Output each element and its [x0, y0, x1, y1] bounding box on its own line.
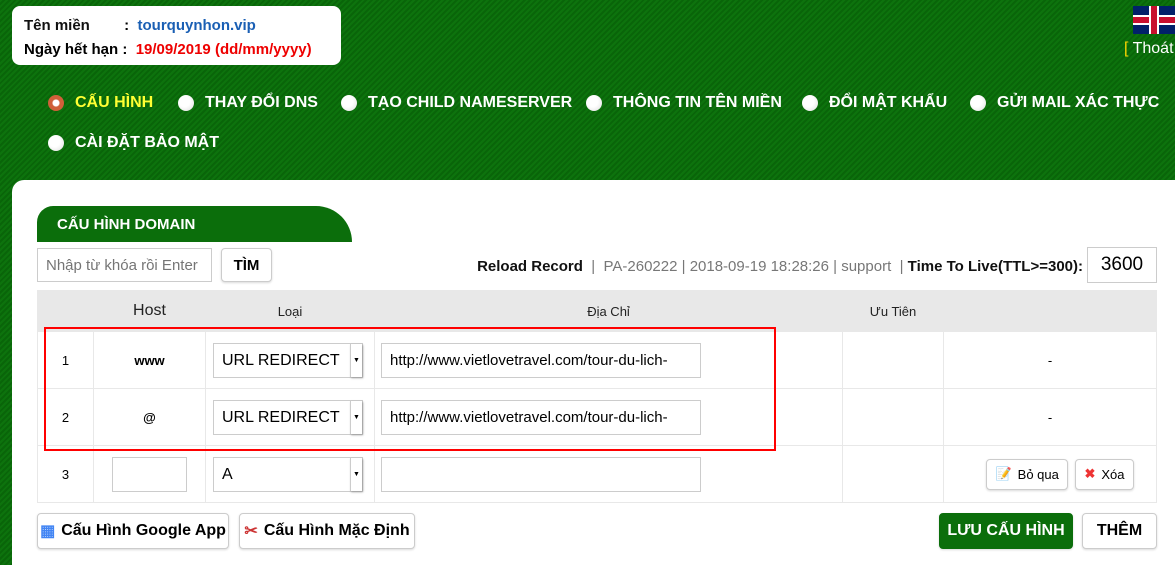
default-config-button[interactable]: ✂ Cấu Hình Mặc Định	[239, 513, 415, 549]
nav-thong-tin-ten-mien[interactable]: THÔNG TIN TÊN MIỀN	[586, 94, 782, 112]
col-address: Địa Chỉ	[374, 290, 843, 332]
config-panel: CẤU HÌNH DOMAIN TÌM Reload Record | PA-2…	[12, 180, 1175, 565]
domain-label: Tên miền	[24, 17, 90, 34]
expiry-date: 19/09/2019 (dd/mm/yyyy)	[135, 41, 312, 58]
nav-label: ĐỔI MẬT KHẨU	[829, 94, 948, 111]
record-info: PA-260222 | 2018-09-19 18:28:26 | suppor…	[603, 258, 892, 275]
action-cell: -	[943, 388, 1157, 446]
bracket: [	[1124, 40, 1129, 57]
sep: |	[591, 258, 596, 275]
nav-gui-mail-xac-thuc[interactable]: GỬI MAIL XÁC THỰC	[970, 94, 1159, 112]
button-label: Cấu Hình Mặc Định	[263, 522, 410, 539]
tab-cau-hinh-domain: CẤU HÌNH DOMAIN	[37, 206, 352, 242]
skip-button[interactable]: 📝 Bỏ qua	[986, 458, 1068, 490]
radio-icon	[48, 135, 64, 151]
host-input[interactable]	[112, 456, 187, 492]
search-input[interactable]	[37, 248, 212, 282]
col-priority: Ưu Tiên	[842, 290, 944, 332]
expiry-label: Ngày hết hạn	[24, 41, 119, 58]
type-value: A	[222, 465, 233, 483]
col-actions	[943, 290, 1157, 332]
nav-label: GỬI MAIL XÁC THỰC	[997, 94, 1160, 111]
uk-flag-icon[interactable]	[1133, 6, 1175, 34]
nav-label: THAY ĐỔI DNS	[205, 94, 318, 111]
type-select[interactable]: A ▼	[213, 456, 363, 492]
priority-cell	[842, 331, 944, 389]
radio-icon	[586, 95, 602, 111]
delete-button[interactable]: ✖ Xóa	[1075, 458, 1134, 490]
button-label: Cấu Hình Google App	[61, 522, 226, 539]
highlight-box	[44, 327, 776, 451]
search-button[interactable]: TÌM	[221, 248, 272, 282]
add-record-button[interactable]: THÊM	[1082, 513, 1157, 549]
nav-doi-mat-khau[interactable]: ĐỔI MẬT KHẨU	[802, 94, 947, 112]
action-cell: -	[943, 331, 1157, 389]
priority-cell	[842, 445, 944, 503]
reload-record-link[interactable]: Reload Record	[477, 258, 583, 275]
domain-info-box: Tên miền : tourquynhon.vip Ngày hết hạn …	[12, 6, 341, 65]
logout-link[interactable]: [ Thoát	[1124, 40, 1174, 58]
row-num: 3	[37, 445, 94, 503]
radio-icon	[970, 95, 986, 111]
table-row: 3 A ▼ 📝 Bỏ qua ✖ Xóa	[37, 445, 1157, 503]
logout-label: Thoát	[1132, 40, 1174, 57]
table-header: Host Loại Địa Chỉ Ưu Tiên	[37, 290, 1157, 332]
nav-label: TẠO CHILD NAMESERVER	[368, 94, 573, 111]
col-type: Loại	[205, 290, 375, 332]
col-num	[37, 290, 94, 332]
sep: :	[124, 17, 130, 34]
address-input[interactable]	[381, 456, 701, 492]
ttl-label: Time To Live(TTL>=300):	[907, 258, 1083, 275]
skip-label: Bỏ qua	[1017, 466, 1059, 482]
record-meta: Reload Record | PA-260222 | 2018-09-19 1…	[477, 258, 1083, 275]
domain-name: tourquynhon.vip	[137, 17, 256, 34]
nav-label: CÀI ĐẶT BẢO MẬT	[75, 134, 219, 151]
tools-icon: ✂	[244, 523, 258, 540]
radio-icon	[178, 95, 194, 111]
col-host: Host	[93, 290, 206, 332]
priority-cell	[842, 388, 944, 446]
delete-label: Xóa	[1101, 466, 1125, 482]
chevron-down-icon: ▼	[350, 457, 362, 491]
google-icon: ▦	[40, 523, 56, 540]
nav-cau-hinh[interactable]: CẤU HÌNH	[48, 94, 153, 112]
nav-cai-dat-bao-mat[interactable]: CÀI ĐẶT BẢO MẬT	[48, 134, 219, 152]
sep: :	[122, 41, 128, 58]
radio-checked-icon	[48, 95, 64, 111]
google-app-config-button[interactable]: ▦ Cấu Hình Google App	[37, 513, 229, 549]
nav-label: CẤU HÌNH	[75, 94, 154, 111]
close-icon: ✖	[1084, 466, 1096, 481]
nav-tao-child-nameserver[interactable]: TẠO CHILD NAMESERVER	[341, 94, 572, 112]
sep: |	[899, 258, 904, 275]
ttl-input[interactable]: 3600	[1087, 247, 1157, 283]
nav-thay-doi-dns[interactable]: THAY ĐỔI DNS	[178, 94, 318, 112]
nav-label: THÔNG TIN TÊN MIỀN	[613, 94, 782, 111]
note-icon: 📝	[995, 466, 1012, 481]
radio-icon	[341, 95, 357, 111]
radio-icon	[802, 95, 818, 111]
save-config-button[interactable]: LƯU CẤU HÌNH	[939, 513, 1073, 549]
action-cell: 📝 Bỏ qua ✖ Xóa	[943, 445, 1157, 503]
